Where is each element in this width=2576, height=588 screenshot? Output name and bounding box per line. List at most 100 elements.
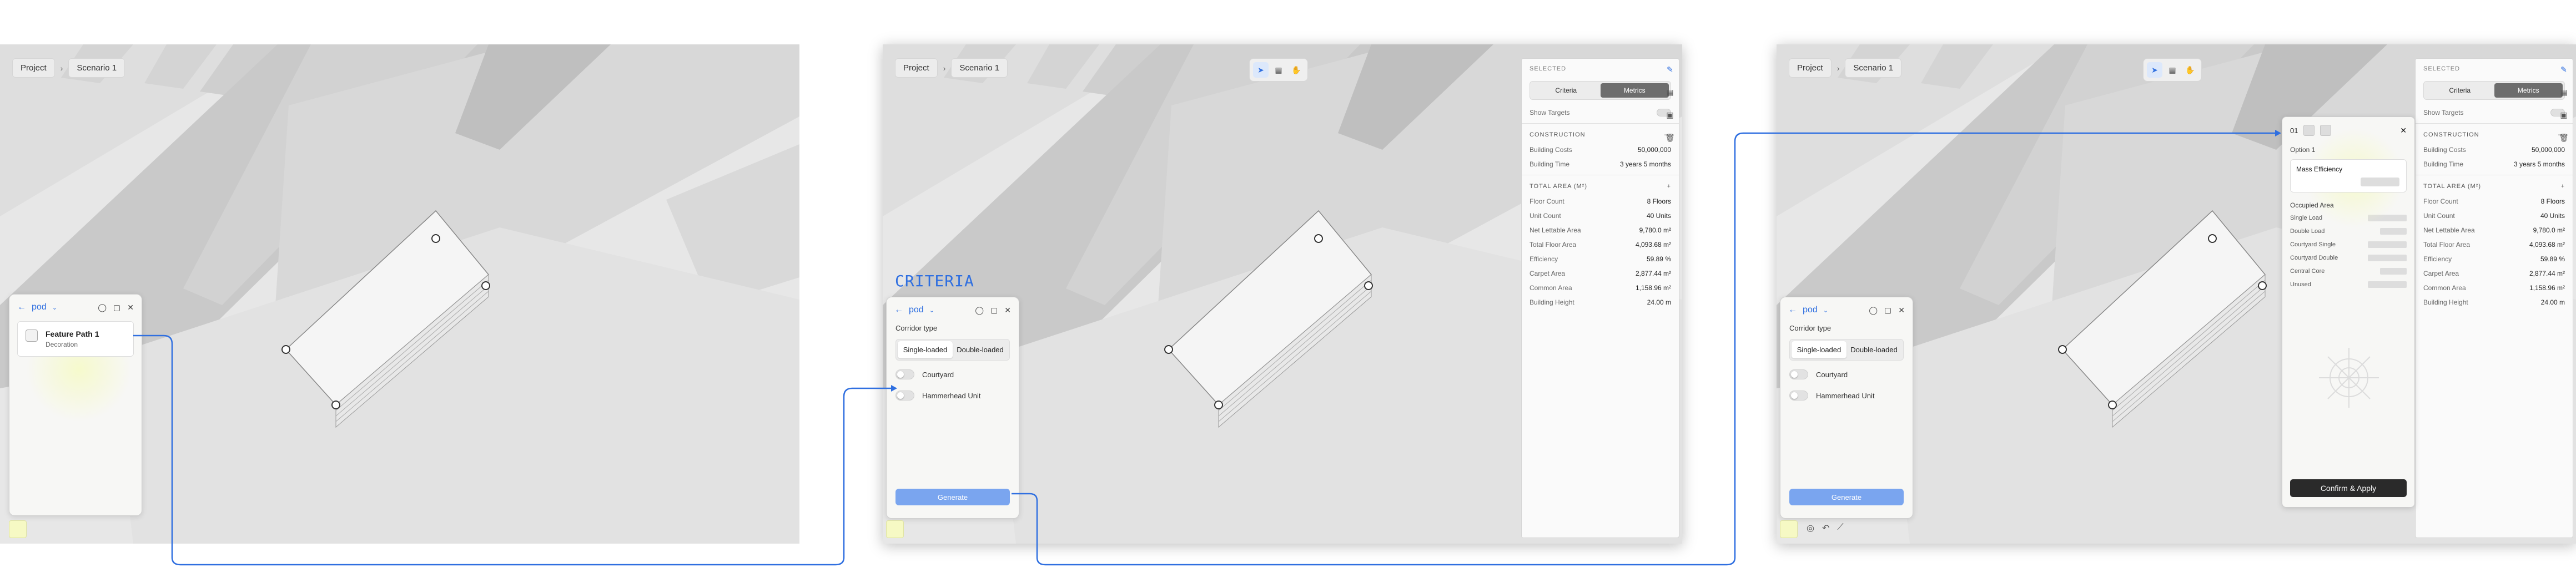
building-icon[interactable]: ▦ <box>2165 62 2180 78</box>
viewport-1[interactable]: Project › Scenario 1 ← pod ⌄ ◯ ▢ ✕ Featu… <box>0 44 799 544</box>
metric-label: Carpet Area <box>1530 270 1566 277</box>
back-icon[interactable]: ← <box>17 302 26 312</box>
option-thumb-icon[interactable] <box>2303 125 2315 136</box>
option-index: 01 <box>2290 126 2298 135</box>
hammerhead-toggle[interactable] <box>895 391 914 401</box>
area-row-bar <box>2380 228 2407 235</box>
hand-icon[interactable]: ✋ <box>1289 62 1304 78</box>
comment-icon[interactable]: ◯ <box>975 306 984 315</box>
back-icon[interactable]: ← <box>894 305 903 315</box>
chevron-down-icon[interactable]: ⌄ <box>1823 307 1828 314</box>
area-row-label: Central Core <box>2290 268 2325 275</box>
project-name-dropdown[interactable]: pod <box>909 305 924 315</box>
minimap-thumbnail[interactable] <box>9 520 27 538</box>
breadcrumb-project[interactable]: Project <box>895 58 938 78</box>
corridor-type-selector: Single-loaded Double-loaded <box>895 339 1010 361</box>
construction-heading: CONSTRUCTION <box>1530 131 1586 138</box>
feature-path-card[interactable]: Feature Path 1 Decoration <box>17 321 134 357</box>
breadcrumb-project[interactable]: Project <box>12 58 55 78</box>
option-panel: 01 ✕ Option 1 Mass Efficiency Occupied A… <box>2282 116 2415 508</box>
tab-criteria[interactable]: Criteria <box>2426 83 2494 98</box>
sidebar-rail: ✎ ▤ ▣ 🗑 <box>1662 58 1678 538</box>
criteria-panel: ← pod ⌄ ◯ ▢ ✕ Corridor type Single-loade… <box>886 297 1019 519</box>
building-icon[interactable]: ▦ <box>1271 62 1286 78</box>
loading-spinner <box>2319 348 2379 408</box>
close-icon[interactable]: ✕ <box>2400 126 2407 135</box>
show-targets-label: Show Targets <box>1530 109 1570 116</box>
double-loaded-option[interactable]: Double-loaded <box>953 341 1008 358</box>
corridor-type-label: Corridor type <box>1789 324 1832 332</box>
tab-metrics[interactable]: Metrics <box>2494 83 2563 98</box>
area-row-bar <box>2368 255 2407 261</box>
construction-heading: CONSTRUCTION <box>2423 131 2479 138</box>
chevron-down-icon[interactable]: ⌄ <box>929 307 934 314</box>
chat-icon[interactable]: ▢ <box>990 306 998 315</box>
metric-label: Building Costs <box>2423 146 2466 154</box>
breadcrumb-separator: › <box>60 63 63 73</box>
trash-icon[interactable]: 🗑 <box>2559 133 2569 143</box>
project-name-dropdown[interactable]: pod <box>32 302 47 312</box>
area-row-bar <box>2380 268 2407 275</box>
ruler-icon[interactable]: ⟋ <box>1837 523 1843 534</box>
target-icon[interactable]: ◎ <box>1807 523 1814 534</box>
chevron-down-icon[interactable]: ⌄ <box>52 304 57 311</box>
layers-icon[interactable]: ▤ <box>1666 88 1673 97</box>
clipboard-icon[interactable]: ▣ <box>2560 110 2567 120</box>
pen-icon[interactable]: ✎ <box>2560 65 2567 74</box>
metric-label: Total Floor Area <box>2423 241 2471 249</box>
area-row-label: Unused <box>2290 281 2311 288</box>
layers-icon[interactable]: ▤ <box>2560 88 2567 97</box>
double-loaded-option[interactable]: Double-loaded <box>1847 341 1901 358</box>
metric-label: Total Floor Area <box>1530 241 1577 249</box>
comment-icon[interactable]: ◯ <box>98 303 107 312</box>
hammerhead-row: Hammerhead Unit <box>1780 385 1913 406</box>
feature-thumbnail-icon <box>26 330 38 342</box>
courtyard-toggle[interactable] <box>1789 369 1808 379</box>
select-icon[interactable]: ➤ <box>1253 62 1269 78</box>
metric-label: Building Time <box>2423 160 2464 168</box>
selected-label: SELECTED <box>2423 65 2461 72</box>
hammerhead-row: Hammerhead Unit <box>887 385 1019 406</box>
hand-icon[interactable]: ✋ <box>2182 62 2198 78</box>
breadcrumb-scenario[interactable]: Scenario 1 <box>951 58 1008 78</box>
minimap-thumbnail[interactable] <box>886 520 904 538</box>
minimap-thumbnail[interactable] <box>1780 520 1798 538</box>
close-icon[interactable]: ✕ <box>127 303 134 312</box>
chat-icon[interactable]: ▢ <box>113 303 120 312</box>
breadcrumb-project[interactable]: Project <box>1789 58 1832 78</box>
trash-icon[interactable]: 🗑 <box>1665 133 1675 143</box>
breadcrumb: Project › Scenario 1 <box>1789 58 1902 78</box>
option-thumb-icon[interactable] <box>2320 125 2332 136</box>
view-toolbar: ➤ ▦ ✋ <box>1249 58 1308 82</box>
metric-label: Building Height <box>1530 298 1574 306</box>
confirm-apply-button[interactable]: Confirm & Apply <box>2290 479 2407 497</box>
tab-metrics[interactable]: Metrics <box>1600 83 1669 98</box>
tab-criteria[interactable]: Criteria <box>1532 83 1601 98</box>
viewport-2[interactable]: Project › Scenario 1 ➤ ▦ ✋ ← pod ⌄ ◯ ▢ ✕… <box>883 44 1682 544</box>
viewport-3[interactable]: Project › Scenario 1 ➤ ▦ ✋ ← pod ⌄ ◯ ▢ ✕… <box>1777 44 2576 544</box>
metric-label: Unit Count <box>1530 212 1561 220</box>
comment-icon[interactable]: ◯ <box>1869 306 1878 315</box>
hammerhead-toggle[interactable] <box>1789 391 1808 401</box>
close-icon[interactable]: ✕ <box>1898 306 1905 315</box>
project-name-dropdown[interactable]: pod <box>1803 305 1818 315</box>
single-loaded-option[interactable]: Single-loaded <box>1792 341 1847 358</box>
clipboard-icon[interactable]: ▣ <box>1666 110 1673 120</box>
occupied-area-heading: Occupied Area <box>2290 201 2334 209</box>
courtyard-toggle[interactable] <box>895 369 914 379</box>
generate-button[interactable]: Generate <box>895 489 1010 505</box>
close-icon[interactable]: ✕ <box>1004 306 1011 315</box>
select-icon[interactable]: ➤ <box>2147 62 2162 78</box>
breadcrumb: Project › Scenario 1 <box>895 58 1008 78</box>
chat-icon[interactable]: ▢ <box>1884 306 1891 315</box>
single-loaded-option[interactable]: Single-loaded <box>898 341 953 358</box>
option-card[interactable]: Mass Efficiency <box>2290 159 2407 192</box>
pen-icon[interactable]: ✎ <box>1667 65 1673 74</box>
metric-label: Common Area <box>1530 284 1572 292</box>
undo-icon[interactable]: ↶ <box>1822 523 1829 534</box>
area-row-bar <box>2368 281 2407 288</box>
breadcrumb-scenario[interactable]: Scenario 1 <box>68 58 125 78</box>
generate-button[interactable]: Generate <box>1789 489 1904 505</box>
back-icon[interactable]: ← <box>1788 305 1797 315</box>
breadcrumb-scenario[interactable]: Scenario 1 <box>1845 58 1902 78</box>
